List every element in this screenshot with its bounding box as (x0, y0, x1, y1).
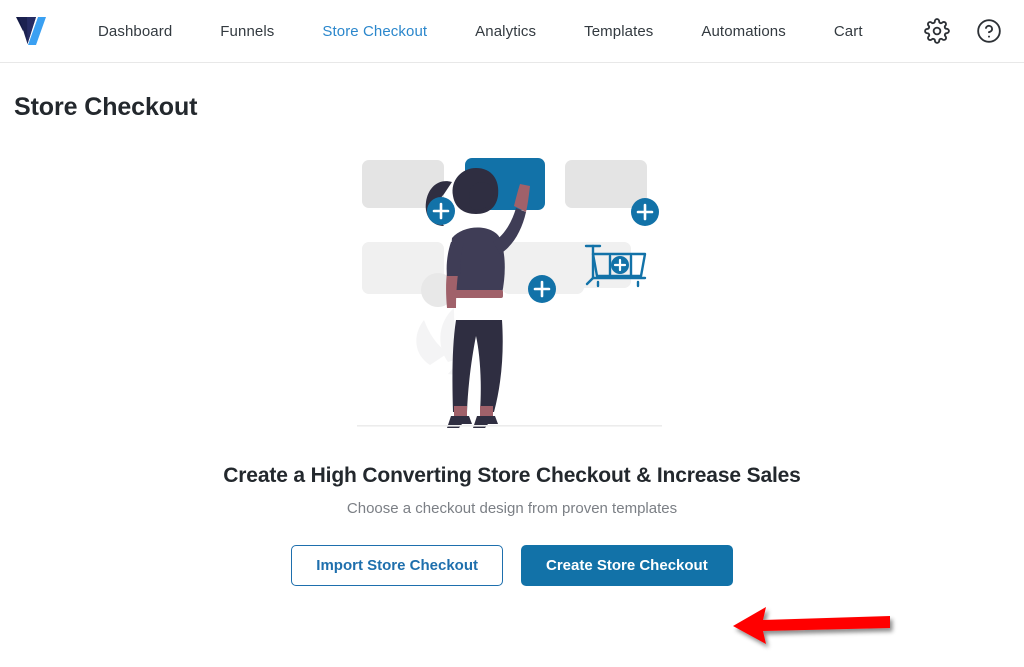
ground-line (357, 425, 662, 427)
nav-link-templates[interactable]: Templates (560, 0, 677, 63)
create-store-checkout-button[interactable]: Create Store Checkout (520, 545, 733, 586)
page-title: Store Checkout (14, 93, 198, 121)
wfunnels-logo-icon[interactable] (14, 14, 52, 48)
store-checkout-empty-state: Create a High Converting Store Checkout … (0, 150, 1024, 586)
add-block-badge (631, 198, 659, 226)
add-block-badge (528, 275, 556, 303)
import-store-checkout-button[interactable]: Import Store Checkout (291, 545, 503, 586)
nav-actions (924, 18, 1002, 44)
empty-state-headline: Create a High Converting Store Checkout … (223, 464, 801, 487)
woman-arranging-checkout-blocks-illustration (357, 158, 662, 428)
placeholder-block (565, 160, 647, 208)
nav-link-store-checkout[interactable]: Store Checkout (298, 0, 451, 63)
nav-link-cart[interactable]: Cart (810, 0, 887, 63)
nav-link-funnels[interactable]: Funnels (196, 0, 298, 63)
nav-link-analytics[interactable]: Analytics (451, 0, 560, 63)
nav-link-automations[interactable]: Automations (677, 0, 809, 63)
nav-link-dashboard[interactable]: Dashboard (74, 0, 196, 63)
add-block-badge (427, 197, 455, 225)
help-circle-icon[interactable] (976, 18, 1002, 44)
top-navigation-bar: Dashboard Funnels Store Checkout Analyti… (0, 0, 1024, 63)
gear-icon[interactable] (924, 18, 950, 44)
empty-state-actions: Import Store Checkout Create Store Check… (0, 545, 1024, 586)
nav-links: Dashboard Funnels Store Checkout Analyti… (74, 0, 924, 63)
empty-state-subtext: Choose a checkout design from proven tem… (346, 500, 678, 517)
red-arrow-pointing-left (733, 607, 890, 644)
